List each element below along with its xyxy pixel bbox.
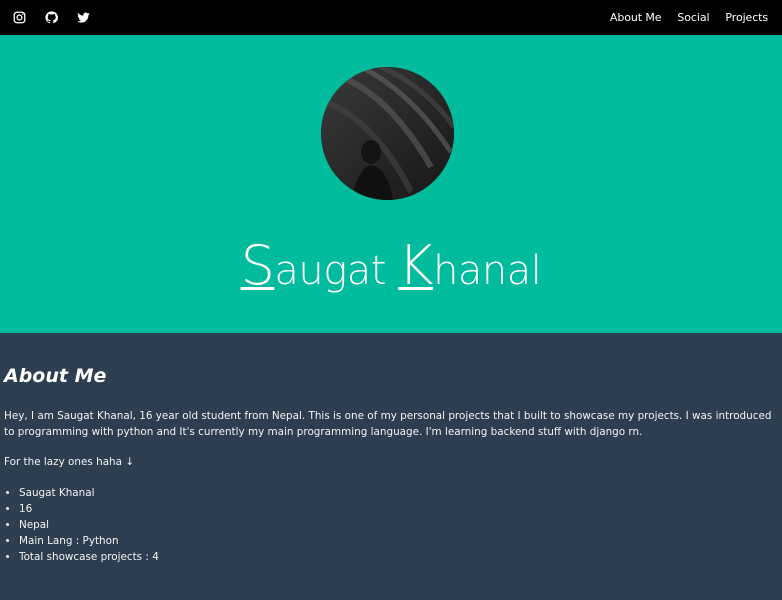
nav-link-about-me[interactable]: About Me [610,11,662,24]
github-icon[interactable] [45,11,58,24]
about-heading: About Me [4,365,107,387]
navbar: About Me Social Projects [0,0,782,35]
twitter-icon[interactable] [77,11,90,24]
about-intro: Hey, I am Saugat Khanal, 16 year old stu… [4,410,772,438]
facts-list: Saugat Khanal 16 Nepal Main Lang : Pytho… [4,485,778,565]
avatar [321,67,454,200]
nav-link-social[interactable]: Social [677,11,709,24]
list-item: Nepal [19,517,778,533]
nav-link-projects[interactable]: Projects [725,11,768,24]
instagram-icon[interactable] [13,11,26,24]
social-icons [13,11,90,24]
list-item: 16 [19,501,778,517]
list-item: Main Lang : Python [19,533,778,549]
hero-section: Saugat Khanal [0,35,782,333]
hero-name: Saugat Khanal [240,234,542,297]
nav-links: About Me Social Projects [610,11,768,24]
about-section: About Me Hey, I am Saugat Khanal, 16 yea… [0,333,782,565]
list-item: Saugat Khanal [19,485,778,501]
lazy-line: For the lazy ones haha ↓ [4,456,135,468]
list-item: Total showcase projects : 4 [19,549,778,565]
